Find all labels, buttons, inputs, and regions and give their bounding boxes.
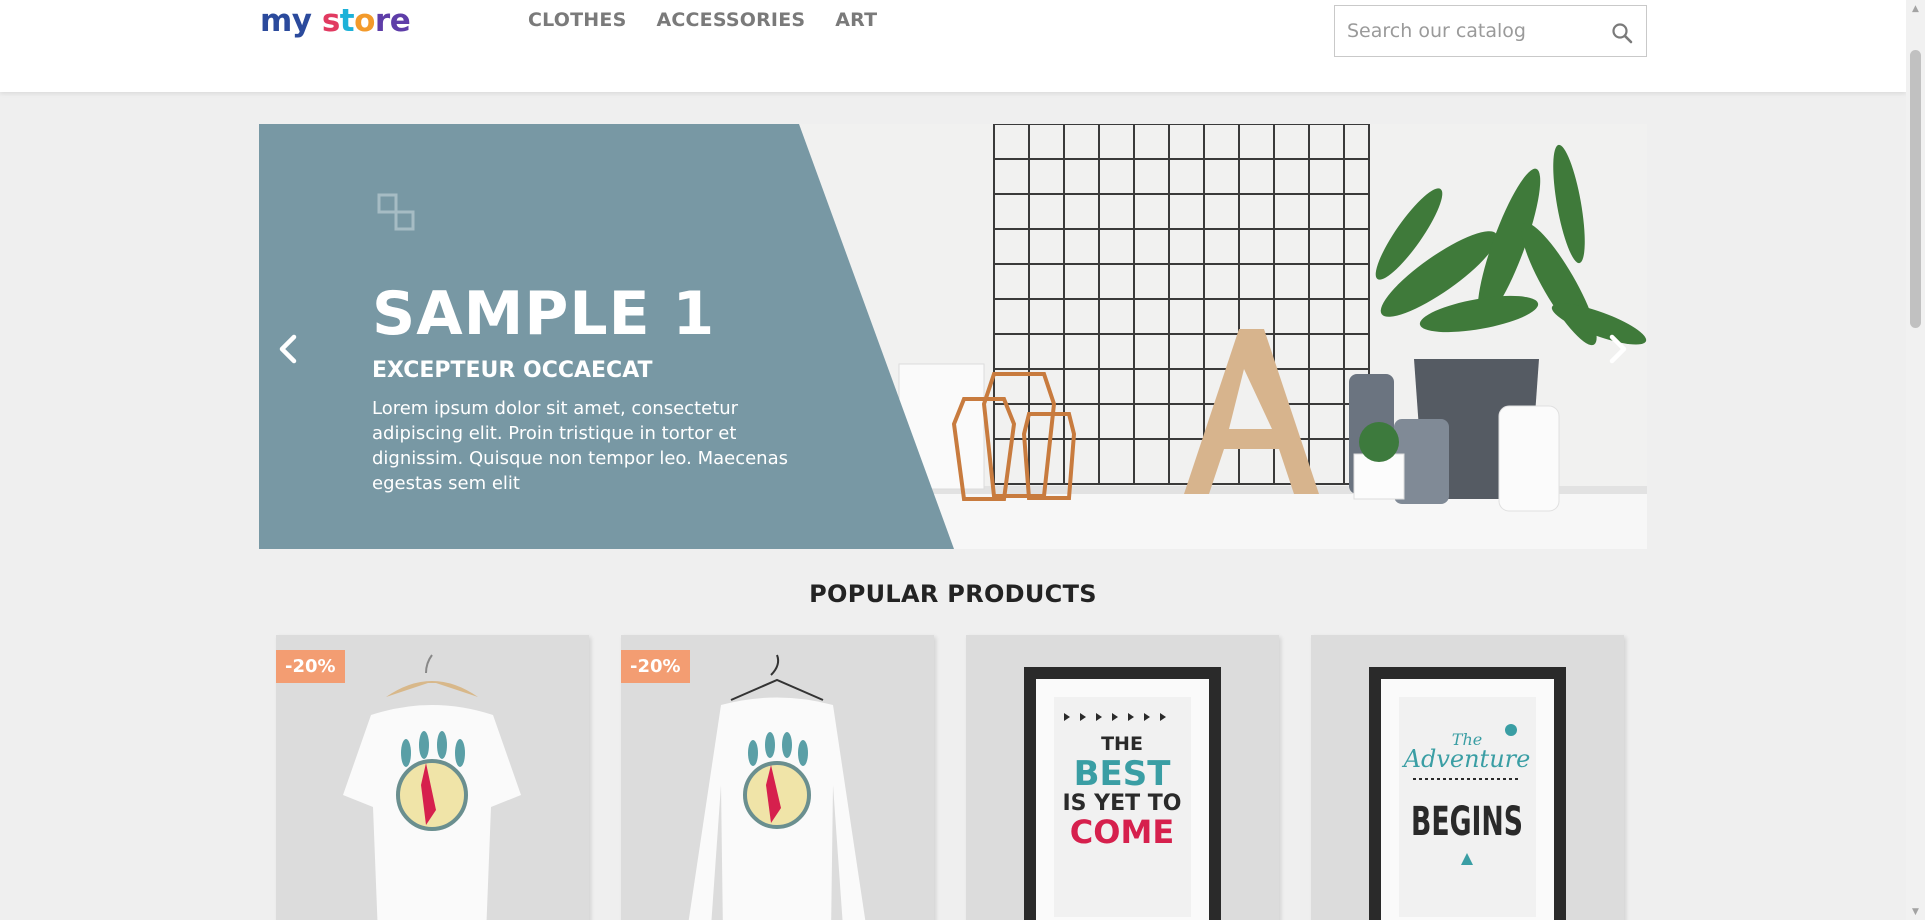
product-card-poster-adventure[interactable]: The Adventure BEGINS	[1311, 635, 1624, 920]
popular-products-heading: POPULAR PRODUCTS	[809, 580, 1097, 608]
product-image-poster-adventure: The Adventure BEGINS	[1311, 635, 1624, 920]
svg-text:Adventure: Adventure	[1402, 745, 1531, 773]
squares-icon	[377, 193, 415, 231]
product-image-poster-best: THE BEST IS YET TO COME	[966, 635, 1279, 920]
search-box	[1334, 5, 1647, 57]
discount-badge: -20%	[621, 650, 690, 683]
search-input[interactable]	[1347, 6, 1597, 56]
product-card-sweater[interactable]: -20%	[621, 635, 934, 920]
svg-text:BEST: BEST	[1074, 754, 1172, 794]
chevron-left-icon[interactable]	[274, 329, 304, 369]
page-scrollbar[interactable]: ▲ ▼	[1906, 0, 1925, 920]
nav-art[interactable]: ART	[835, 9, 877, 31]
discount-badge: -20%	[276, 650, 345, 683]
main-nav: CLOTHES ACCESSORIES ART	[528, 9, 877, 31]
nav-clothes[interactable]: CLOTHES	[528, 9, 626, 31]
svg-text:BEGINS: BEGINS	[1411, 799, 1523, 845]
scroll-down-arrow-icon[interactable]: ▼	[1906, 903, 1925, 920]
nav-accessories[interactable]: ACCESSORIES	[656, 9, 805, 31]
slide-subtitle: EXCEPTEUR OCCAECAT	[372, 358, 653, 383]
site-header: my store CLOTHES ACCESSORIES ART	[0, 0, 1906, 92]
chevron-right-icon[interactable]	[1602, 329, 1632, 369]
store-logo[interactable]: my store	[260, 2, 411, 40]
hero-slider: SAMPLE 1 EXCEPTEUR OCCAECAT Lorem ipsum …	[259, 124, 1647, 549]
search-icon[interactable]	[1610, 21, 1634, 45]
scroll-up-arrow-icon[interactable]: ▲	[1906, 0, 1925, 17]
logo-text-my: my	[260, 3, 322, 39]
slide-title: SAMPLE 1	[372, 279, 716, 349]
product-card-tshirt[interactable]: -20%	[276, 635, 589, 920]
logo-text-o: o	[354, 3, 375, 39]
logo-text-t: t	[339, 3, 355, 39]
scrollbar-thumb[interactable]	[1910, 50, 1921, 328]
svg-text:COME: COME	[1070, 813, 1174, 851]
slide-description: Lorem ipsum dolor sit amet, consectetur …	[372, 398, 788, 494]
logo-text-s: s	[321, 3, 340, 39]
product-card-poster-best[interactable]: THE BEST IS YET TO COME	[966, 635, 1279, 920]
logo-text-re: re	[374, 3, 411, 39]
svg-text:THE: THE	[1101, 733, 1143, 755]
